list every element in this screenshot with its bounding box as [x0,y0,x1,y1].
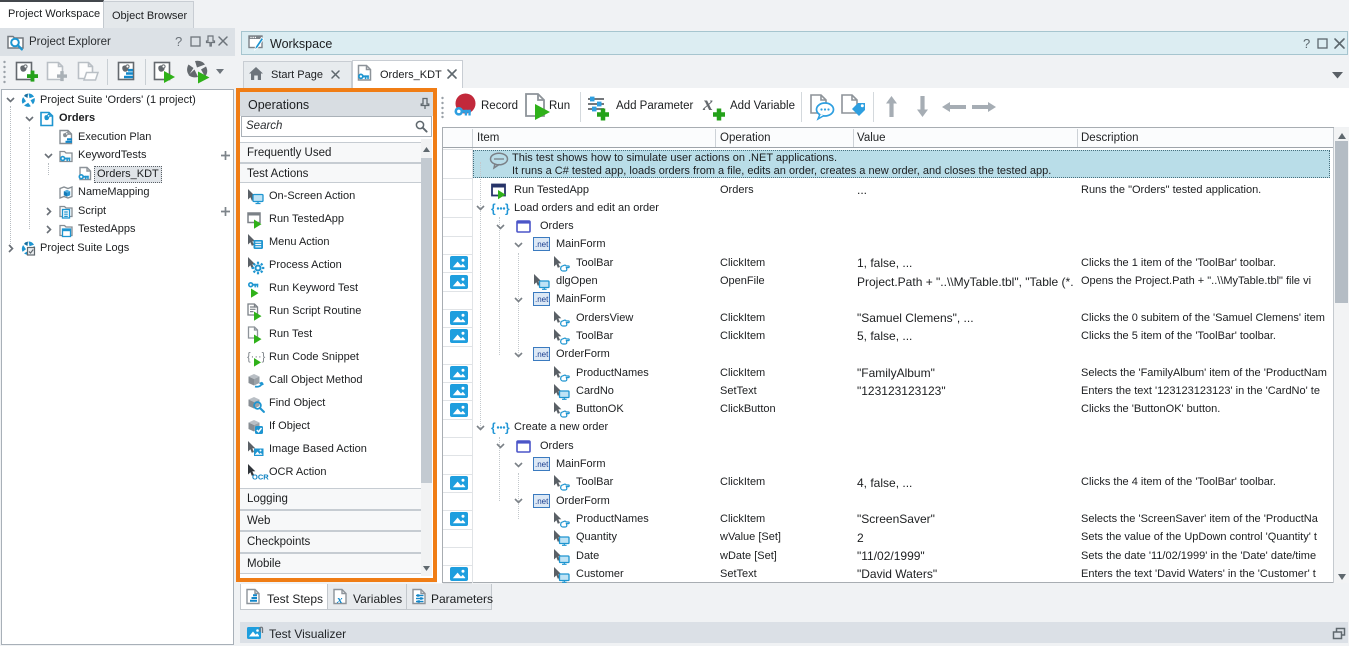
svg-text:OCR: OCR [252,472,269,481]
svg-text:.net: .net [535,295,549,304]
svg-text:}: } [505,421,510,435]
svg-text:.net: .net [535,497,549,506]
svg-text:{: { [491,421,496,435]
svg-text:{: { [491,201,496,215]
svg-text:}: } [505,201,510,215]
svg-text:.net: .net [535,460,549,469]
svg-text:.net: .net [535,350,549,359]
svg-text:x: x [702,93,713,115]
svg-text:x: x [336,594,343,606]
svg-text:.net: .net [535,240,549,249]
